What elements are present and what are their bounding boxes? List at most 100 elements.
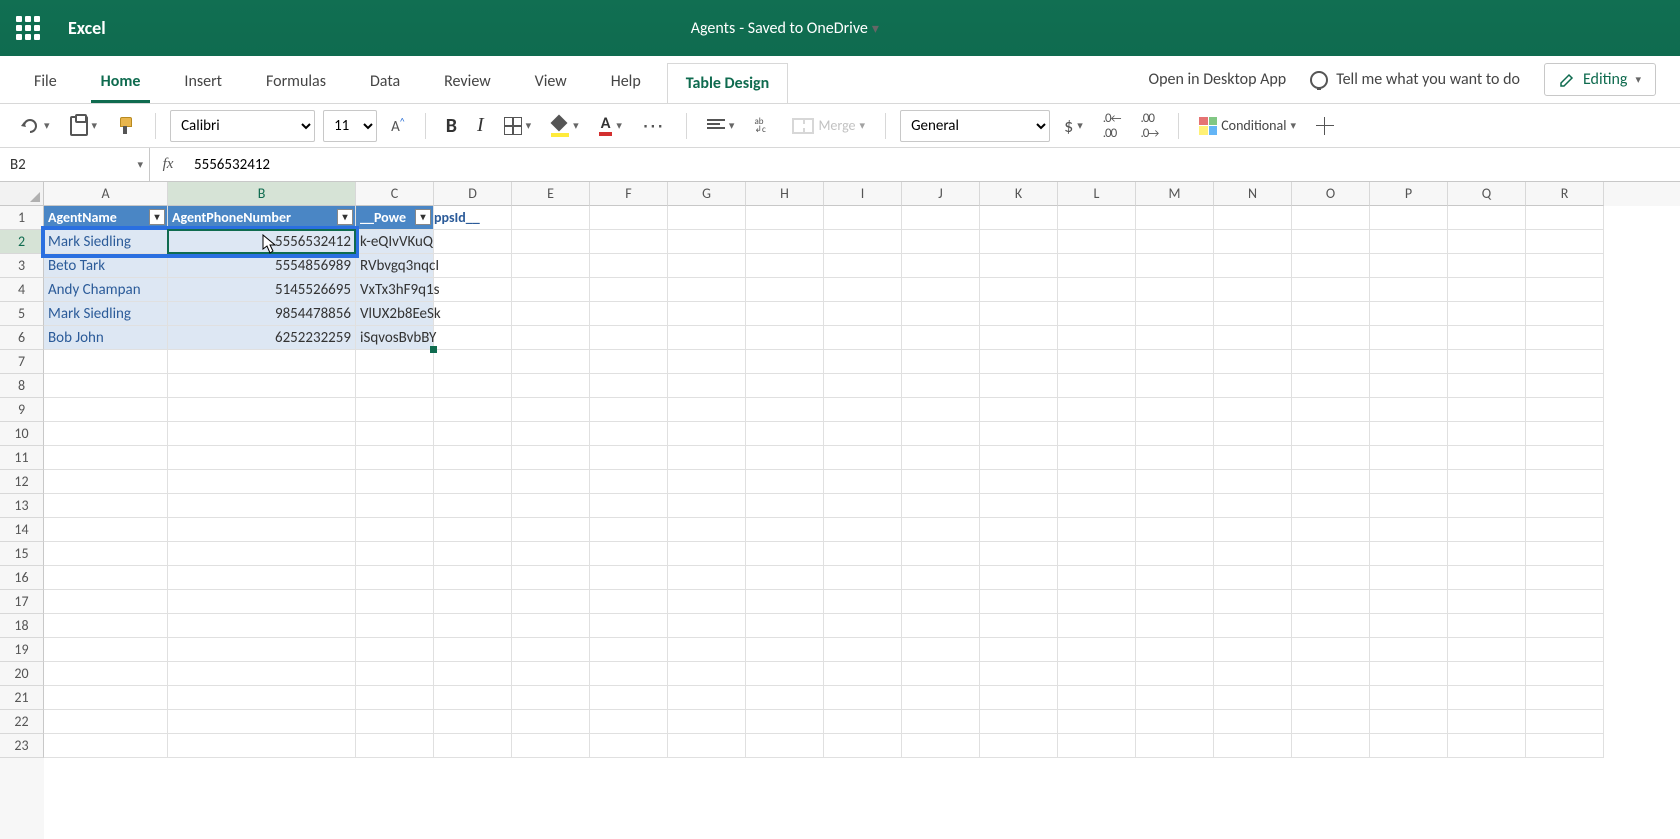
cell-E21[interactable] (512, 686, 590, 710)
cell-Q13[interactable] (1448, 494, 1526, 518)
cell-A14[interactable] (44, 518, 168, 542)
cell-N1[interactable] (1214, 206, 1292, 230)
row-header-21[interactable]: 21 (0, 686, 44, 710)
cell-O21[interactable] (1292, 686, 1370, 710)
cell-C4[interactable]: VxTx3hF9q1s (356, 278, 434, 302)
column-header-E[interactable]: E (512, 182, 590, 206)
cell-I11[interactable] (824, 446, 902, 470)
row-header-5[interactable]: 5 (0, 302, 44, 326)
cell-L7[interactable] (1058, 350, 1136, 374)
cell-P3[interactable] (1370, 254, 1448, 278)
cell-A3[interactable]: Beto Tark (44, 254, 168, 278)
cell-P1[interactable] (1370, 206, 1448, 230)
cell-Q9[interactable] (1448, 398, 1526, 422)
cell-F21[interactable] (590, 686, 668, 710)
column-header-A[interactable]: A (44, 182, 168, 206)
cell-I21[interactable] (824, 686, 902, 710)
row-header-15[interactable]: 15 (0, 542, 44, 566)
cell-R23[interactable] (1526, 734, 1604, 758)
cell-K15[interactable] (980, 542, 1058, 566)
cell-R19[interactable] (1526, 638, 1604, 662)
tab-file[interactable]: File (16, 62, 75, 103)
cell-F11[interactable] (590, 446, 668, 470)
cell-Q6[interactable] (1448, 326, 1526, 350)
cell-K1[interactable] (980, 206, 1058, 230)
cell-M16[interactable] (1136, 566, 1214, 590)
cell-O14[interactable] (1292, 518, 1370, 542)
cell-F23[interactable] (590, 734, 668, 758)
cell-D19[interactable] (434, 638, 512, 662)
cell-O11[interactable] (1292, 446, 1370, 470)
cell-O8[interactable] (1292, 374, 1370, 398)
cell-Q19[interactable] (1448, 638, 1526, 662)
cell-H10[interactable] (746, 422, 824, 446)
cell-B11[interactable] (168, 446, 356, 470)
cell-P13[interactable] (1370, 494, 1448, 518)
row-header-6[interactable]: 6 (0, 326, 44, 350)
cell-H13[interactable] (746, 494, 824, 518)
cell-E22[interactable] (512, 710, 590, 734)
cell-B7[interactable] (168, 350, 356, 374)
cell-K17[interactable] (980, 590, 1058, 614)
cell-R20[interactable] (1526, 662, 1604, 686)
cell-H19[interactable] (746, 638, 824, 662)
cell-O19[interactable] (1292, 638, 1370, 662)
cell-N5[interactable] (1214, 302, 1292, 326)
cell-L17[interactable] (1058, 590, 1136, 614)
cell-D11[interactable] (434, 446, 512, 470)
cell-Q15[interactable] (1448, 542, 1526, 566)
cell-C19[interactable] (356, 638, 434, 662)
cell-A20[interactable] (44, 662, 168, 686)
cell-O18[interactable] (1292, 614, 1370, 638)
cell-A13[interactable] (44, 494, 168, 518)
cell-O13[interactable] (1292, 494, 1370, 518)
cell-H6[interactable] (746, 326, 824, 350)
cell-F14[interactable] (590, 518, 668, 542)
row-header-13[interactable]: 13 (0, 494, 44, 518)
cell-F19[interactable] (590, 638, 668, 662)
tab-table-design[interactable]: Table Design (667, 63, 788, 103)
cell-G10[interactable] (668, 422, 746, 446)
cell-B23[interactable] (168, 734, 356, 758)
cell-D3[interactable] (434, 254, 512, 278)
cell-M6[interactable] (1136, 326, 1214, 350)
cell-A21[interactable] (44, 686, 168, 710)
cell-A22[interactable] (44, 710, 168, 734)
cell-M20[interactable] (1136, 662, 1214, 686)
cell-E18[interactable] (512, 614, 590, 638)
cell-E7[interactable] (512, 350, 590, 374)
cell-N16[interactable] (1214, 566, 1292, 590)
cell-N8[interactable] (1214, 374, 1292, 398)
cell-P7[interactable] (1370, 350, 1448, 374)
cell-O2[interactable] (1292, 230, 1370, 254)
cell-C23[interactable] (356, 734, 434, 758)
cell-A17[interactable] (44, 590, 168, 614)
cell-B17[interactable] (168, 590, 356, 614)
cell-R21[interactable] (1526, 686, 1604, 710)
cell-I19[interactable] (824, 638, 902, 662)
cell-Q18[interactable] (1448, 614, 1526, 638)
cell-D18[interactable] (434, 614, 512, 638)
cell-L12[interactable] (1058, 470, 1136, 494)
cell-R8[interactable] (1526, 374, 1604, 398)
cell-H4[interactable] (746, 278, 824, 302)
cell-P9[interactable] (1370, 398, 1448, 422)
cell-L22[interactable] (1058, 710, 1136, 734)
cell-R15[interactable] (1526, 542, 1604, 566)
cell-H5[interactable] (746, 302, 824, 326)
cell-N7[interactable] (1214, 350, 1292, 374)
cell-N18[interactable] (1214, 614, 1292, 638)
cell-C8[interactable] (356, 374, 434, 398)
cell-Q17[interactable] (1448, 590, 1526, 614)
cell-K9[interactable] (980, 398, 1058, 422)
cell-G3[interactable] (668, 254, 746, 278)
cell-M10[interactable] (1136, 422, 1214, 446)
more-font-button[interactable]: ⋯ (636, 108, 672, 143)
cell-K4[interactable] (980, 278, 1058, 302)
currency-button[interactable]: $▾ (1058, 111, 1089, 141)
cell-B21[interactable] (168, 686, 356, 710)
cell-M23[interactable] (1136, 734, 1214, 758)
cell-M8[interactable] (1136, 374, 1214, 398)
cell-C21[interactable] (356, 686, 434, 710)
cell-C13[interactable] (356, 494, 434, 518)
